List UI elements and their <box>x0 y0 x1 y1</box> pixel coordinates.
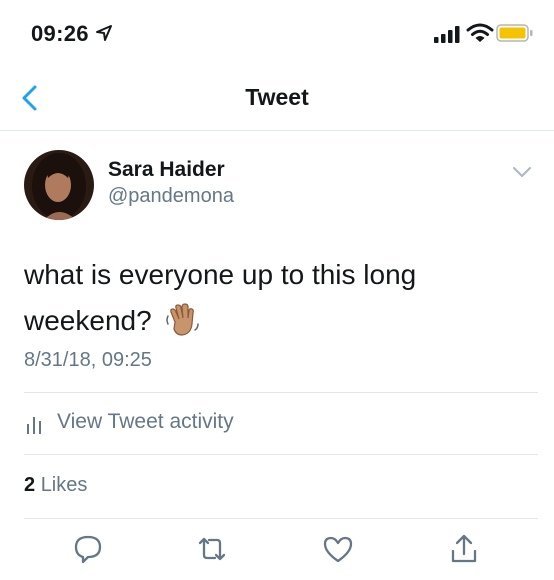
divider <box>24 454 538 455</box>
avatar[interactable] <box>24 150 94 220</box>
likes-count-link[interactable]: 2 Likes <box>24 474 87 497</box>
wifi-icon <box>466 23 494 42</box>
divider <box>24 518 538 519</box>
share-icon[interactable] <box>448 533 480 565</box>
likes-label: Likes <box>40 474 88 496</box>
page-title: Tweet <box>245 84 309 110</box>
tweet-text: what is everyone up to this long weekend… <box>24 252 524 344</box>
tweet-text-content: what is everyone up to this long weekend… <box>24 259 417 336</box>
status-bar: 09:26 <box>0 0 554 66</box>
chevron-down-icon[interactable] <box>512 165 532 179</box>
battery-icon <box>496 24 533 42</box>
waving-hand-icon <box>166 303 200 336</box>
likes-count: 2 <box>24 474 36 496</box>
avatar-image <box>24 150 94 220</box>
author-handle[interactable]: @pandemona <box>108 185 234 208</box>
analytics-icon <box>27 417 41 434</box>
like-icon[interactable] <box>322 533 354 565</box>
nav-bar: Tweet <box>0 66 554 131</box>
view-activity-button[interactable]: View Tweet activity <box>24 404 424 440</box>
retweet-icon[interactable] <box>196 533 228 565</box>
tweet-timestamp: 8/31/18, 09:25 <box>24 349 152 371</box>
location-arrow-icon <box>96 25 112 41</box>
view-activity-label: View Tweet activity <box>57 410 234 433</box>
author-display-name[interactable]: Sara Haider <box>108 158 225 182</box>
reply-icon[interactable] <box>72 533 104 565</box>
divider <box>24 392 538 393</box>
status-time: 09:26 <box>31 21 89 46</box>
signal-icon <box>434 26 460 43</box>
